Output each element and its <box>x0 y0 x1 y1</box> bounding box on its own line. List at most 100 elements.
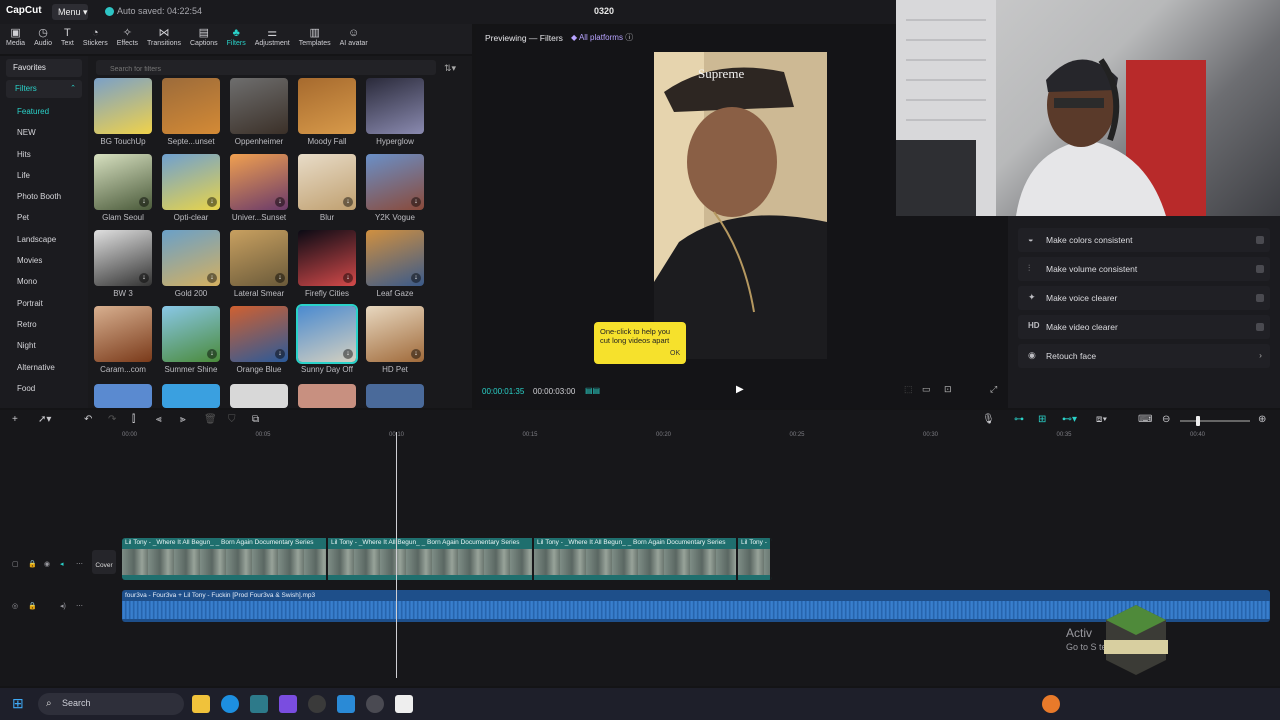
notification-icon[interactable] <box>1042 695 1060 713</box>
filter-tile[interactable]: ↓ <box>94 230 152 286</box>
download-icon[interactable]: ↓ <box>343 349 353 359</box>
app-icon[interactable] <box>250 695 268 713</box>
category-item[interactable]: Landscape <box>0 229 88 250</box>
video-clip[interactable]: Lil Tony - _Where It All Begun_ _ Born A… <box>534 538 738 580</box>
filter-tile[interactable]: ↓ <box>94 154 152 210</box>
download-icon[interactable]: ↓ <box>411 197 421 207</box>
toggle-switch[interactable] <box>1256 265 1264 273</box>
category-item[interactable]: Featured <box>0 101 88 122</box>
category-item[interactable]: Mono <box>0 271 88 292</box>
sort-filter-icon[interactable]: ⇅▾ <box>444 63 456 74</box>
zoom-slider[interactable] <box>1180 416 1250 426</box>
filter-tile[interactable] <box>366 384 424 408</box>
download-icon[interactable]: ↓ <box>411 349 421 359</box>
filter-tile[interactable]: ↓ <box>296 304 358 364</box>
filter-tile[interactable]: ↓ <box>162 306 220 362</box>
download-icon[interactable]: ↓ <box>207 197 217 207</box>
windows-start-icon[interactable]: ⊞ <box>12 695 24 712</box>
toggle-switch[interactable] <box>1256 294 1264 302</box>
split-icon[interactable]: ⫿ <box>132 414 135 425</box>
redo-icon[interactable]: ↷ <box>108 414 116 425</box>
download-icon[interactable]: ↓ <box>411 273 421 283</box>
link-icon[interactable]: ⊶ <box>1014 414 1024 425</box>
category-item[interactable]: Night <box>0 335 88 356</box>
video-preview[interactable]: Supreme <box>654 52 827 359</box>
split-left-icon[interactable]: ⫷ <box>156 414 162 425</box>
make-voice-clearer-toggle[interactable]: ✦ Make voice clearer <box>1018 286 1270 310</box>
category-item[interactable]: Food <box>0 378 88 399</box>
filter-tile[interactable] <box>162 78 220 134</box>
add-icon[interactable]: + <box>12 414 18 425</box>
ratio-icon[interactable]: ⬚ <box>904 384 913 395</box>
select-cursor-icon[interactable]: ➚▾ <box>38 414 51 425</box>
fullscreen-icon[interactable]: ⤢ <box>990 384 997 395</box>
download-icon[interactable]: ↓ <box>139 273 149 283</box>
filter-tile[interactable]: ↓ <box>162 230 220 286</box>
download-icon[interactable]: ↓ <box>139 197 149 207</box>
download-icon[interactable]: ↓ <box>207 349 217 359</box>
retouch-face-item[interactable]: ◉ Retouch face › <box>1018 344 1270 368</box>
filter-tile[interactable] <box>298 78 356 134</box>
category-item[interactable]: Hits <box>0 144 88 165</box>
audio-on-icon[interactable]: ◂ <box>60 560 64 568</box>
eye-icon[interactable]: ◉ <box>44 560 50 568</box>
edge-icon[interactable] <box>221 695 239 713</box>
platform-badge[interactable]: ◆ All platforms ⓘ <box>571 32 633 43</box>
microphone-icon[interactable]: 🎙 <box>982 414 995 425</box>
snapshot-icon[interactable]: ⊡ <box>944 384 952 395</box>
download-icon[interactable]: ↓ <box>275 349 285 359</box>
zoom-out-icon[interactable]: ⊖ <box>1162 414 1170 425</box>
tool-filters[interactable]: ♣ Filters <box>227 24 246 54</box>
category-item[interactable]: Portrait <box>0 293 88 314</box>
download-icon[interactable]: ↓ <box>343 197 353 207</box>
crop-icon[interactable]: ⧉ <box>252 414 259 425</box>
download-icon[interactable]: ↓ <box>275 273 285 283</box>
photos-icon[interactable] <box>337 695 355 713</box>
make-video-clearer-toggle[interactable]: HD Make video clearer <box>1018 315 1270 339</box>
make-volume-consistent-toggle[interactable]: ⫶ Make volume consistent <box>1018 257 1270 281</box>
delete-icon[interactable]: 🗑 <box>204 414 217 425</box>
file-explorer-icon[interactable] <box>192 695 210 713</box>
make-colors-consistent-toggle[interactable]: ◒ Make colors consistent <box>1018 228 1270 252</box>
chrome-icon[interactable] <box>308 695 326 713</box>
filter-tile[interactable] <box>230 384 288 408</box>
filter-tile[interactable]: ↓ <box>162 154 220 210</box>
project-title[interactable]: 0320 <box>594 6 614 16</box>
tool-transitions[interactable]: ⋈ Transitions <box>147 24 181 54</box>
filter-tile[interactable] <box>94 306 152 362</box>
category-item[interactable]: Alternative <box>0 357 88 378</box>
filter-tile[interactable]: ↓ <box>298 230 356 286</box>
tool-audio[interactable]: ◷ Audio <box>34 24 52 54</box>
video-clip[interactable]: Lil Tony - _Where It All Begun_ _ Born A… <box>328 538 534 580</box>
filter-tile[interactable]: ↓ <box>230 230 288 286</box>
zoom-slider-handle[interactable] <box>1196 416 1200 426</box>
filter-tile[interactable] <box>162 384 220 408</box>
filter-tile[interactable] <box>298 384 356 408</box>
captions-toggle-icon[interactable]: ⌨ <box>1138 414 1152 425</box>
tool-media[interactable]: ▣ Media <box>6 24 25 54</box>
more-icon[interactable]: ⋯ <box>76 560 83 568</box>
category-filters[interactable]: Filters ⌃ <box>6 80 82 98</box>
zoom-in-icon[interactable]: ⊕ <box>1258 414 1266 425</box>
filter-tile[interactable]: ↓ <box>230 306 288 362</box>
filter-tile[interactable]: ↓ <box>230 154 288 210</box>
more-icon[interactable]: ⋯ <box>76 602 83 610</box>
filter-tile[interactable]: ↓ <box>298 154 356 210</box>
filter-tile[interactable]: ↓ <box>366 154 424 210</box>
lock-icon[interactable]: 🔒 <box>28 560 37 568</box>
track-preview-icon[interactable]: ▢ <box>12 560 19 568</box>
tool-stickers[interactable]: ◔ Stickers <box>83 24 108 54</box>
capcut-icon[interactable] <box>395 695 413 713</box>
toggle-switch[interactable] <box>1256 323 1264 331</box>
menu-button[interactable]: Menu ▾ <box>52 4 88 20</box>
speaker-icon[interactable]: ◂) <box>60 602 66 610</box>
app-grid-icon[interactable] <box>279 695 297 713</box>
preview-axis-icon[interactable]: ⧈▾ <box>1096 414 1107 425</box>
snap-icon[interactable]: ⊷▾ <box>1062 414 1077 425</box>
tooltip-ok-button[interactable]: OK <box>670 350 680 357</box>
tool-adjustment[interactable]: ⚌ Adjustment <box>255 24 290 54</box>
tool-ai-avatar[interactable]: ☺ AI avatar <box>340 24 368 54</box>
lock-icon[interactable]: 🔒 <box>28 602 37 610</box>
category-item[interactable]: Life <box>0 165 88 186</box>
audio-track-icon[interactable]: ◎ <box>12 602 18 610</box>
